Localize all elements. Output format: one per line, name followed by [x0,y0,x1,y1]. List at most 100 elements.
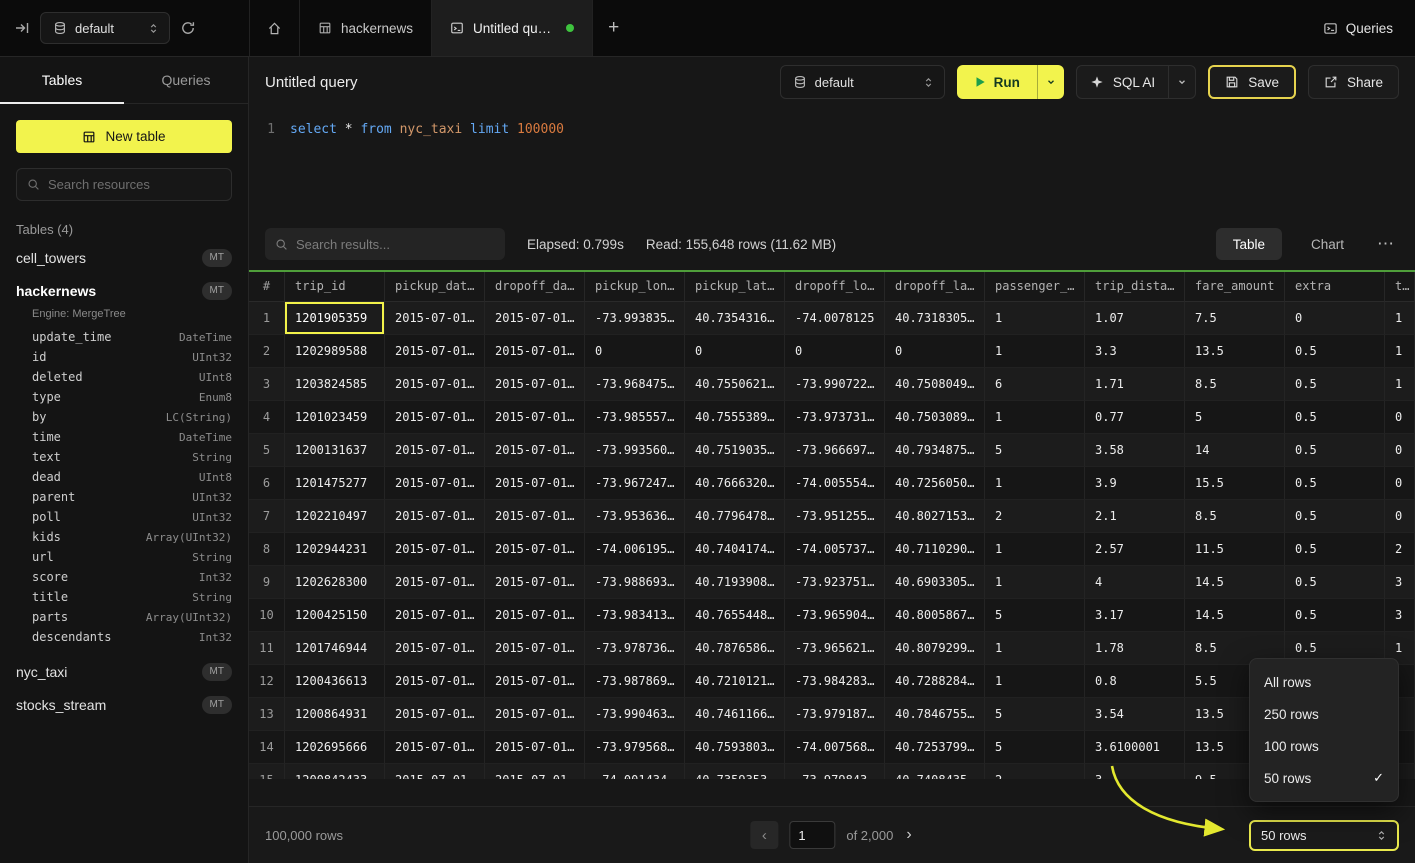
table-cell[interactable]: 0.8 [1085,665,1185,698]
page-input[interactable] [789,821,835,849]
table-cell[interactable]: 40.8079299… [885,632,985,665]
table-cell[interactable]: 40.7288284… [885,665,985,698]
table-cell[interactable]: 2015-07-01… [385,368,485,401]
table-cell[interactable]: 3.58 [1085,434,1185,467]
table-cell[interactable]: -73.988693… [585,566,685,599]
table-cell[interactable]: -73.979843… [785,764,885,779]
table-cell[interactable]: 1 [985,632,1085,665]
table-cell[interactable]: -73.990722… [785,368,885,401]
table-cell[interactable]: 40.7666320… [685,467,785,500]
table-cell[interactable]: 40.7503089… [885,401,985,434]
table-cell[interactable]: 2015-07-01… [385,698,485,731]
row-number[interactable]: 3 [249,368,285,401]
table-cell[interactable]: 40.7318305… [885,302,985,335]
table-cell[interactable]: 1.78 [1085,632,1185,665]
tab-untitled-query[interactable]: Untitled qu… [431,0,593,56]
table-cell[interactable]: 0 [1285,302,1385,335]
column-header[interactable]: dropoff_la… [885,272,985,302]
page-size-select[interactable]: 50 rows [1249,820,1399,851]
sidebar-tab-tables[interactable]: Tables [0,57,124,103]
table-cell[interactable]: 0 [1385,467,1415,500]
table-cell[interactable]: 1202989588 [285,335,385,368]
table-cell[interactable]: -73.984283… [785,665,885,698]
table-cell[interactable]: 2015-07-01… [385,665,485,698]
new-table-button[interactable]: New table [16,120,232,153]
table-cell[interactable]: 1 [1385,335,1415,368]
table-cell[interactable]: 8.5 [1185,368,1285,401]
table-cell[interactable]: 0 [1385,434,1415,467]
table-cell[interactable]: 3 [1385,566,1415,599]
row-number[interactable]: 12 [249,665,285,698]
row-number[interactable]: 7 [249,500,285,533]
table-cell[interactable]: -74.007568… [785,731,885,764]
table-cell[interactable]: -73.966697… [785,434,885,467]
table-cell[interactable]: 0.5 [1285,467,1385,500]
table-cell[interactable]: -73.978736… [585,632,685,665]
column-header[interactable]: fare_amount [1185,272,1285,302]
table-cell[interactable]: -73.923751… [785,566,885,599]
run-button[interactable]: Run [957,65,1037,99]
table-cell[interactable]: 2.1 [1085,500,1185,533]
row-number[interactable]: 5 [249,434,285,467]
table-cell[interactable]: 1 [985,335,1085,368]
table-cell[interactable]: 1200425150 [285,599,385,632]
sql-ai-options-button[interactable] [1168,66,1195,98]
table-cell[interactable]: 2015-07-01… [485,302,585,335]
table-cell[interactable]: -73.965621… [785,632,885,665]
table-cell[interactable]: -73.983413… [585,599,685,632]
column-header[interactable]: pickup_dat… [385,272,485,302]
table-cell[interactable]: 2015-07-01… [385,731,485,764]
table-cell[interactable]: 2 [985,764,1085,779]
table-cell[interactable]: 13.5 [1185,335,1285,368]
table-cell[interactable]: -73.968475… [585,368,685,401]
view-table-button[interactable]: Table [1216,228,1282,260]
table-cell[interactable]: 0 [785,335,885,368]
sql-ai-button[interactable]: SQL AI [1077,66,1168,98]
search-results-box[interactable] [265,228,505,260]
sidebar-item-hackernews[interactable]: hackernews MT [16,274,232,307]
table-cell[interactable]: 40.7256050… [885,467,985,500]
prev-page-button[interactable]: ‹ [750,821,778,849]
run-options-button[interactable] [1037,65,1064,99]
table-cell[interactable]: -74.001434… [585,764,685,779]
table-cell[interactable]: 1 [985,401,1085,434]
table-cell[interactable]: 40.8027153… [885,500,985,533]
column-header[interactable]: # [249,272,285,302]
table-cell[interactable]: 1 [1385,302,1415,335]
table-cell[interactable]: 1201475277 [285,467,385,500]
table-cell[interactable]: 3.17 [1085,599,1185,632]
table-cell[interactable]: 1200436613 [285,665,385,698]
table-cell[interactable]: 2015-07-01… [385,632,485,665]
table-cell[interactable]: 2015-07-01… [485,467,585,500]
new-tab-button[interactable]: + [593,0,634,56]
table-cell[interactable]: 3.6100001 [1085,731,1185,764]
table-cell[interactable]: 0.5 [1285,500,1385,533]
row-number[interactable]: 9 [249,566,285,599]
column-header[interactable]: trip_dista… [1085,272,1185,302]
table-cell[interactable]: 2015-07-01… [385,500,485,533]
table-cell[interactable]: 1203824585 [285,368,385,401]
table-cell[interactable]: 2015-07-01… [385,401,485,434]
table-cell[interactable]: 40.7655448… [685,599,785,632]
table-cell[interactable]: 0.5 [1285,599,1385,632]
table-cell[interactable]: 0 [1385,401,1415,434]
table-cell[interactable]: 2015-07-01… [385,599,485,632]
table-cell[interactable]: 40.7876586… [685,632,785,665]
table-cell[interactable]: 1 [985,467,1085,500]
table-cell[interactable]: 15.5 [1185,467,1285,500]
table-cell[interactable]: 40.7359353… [685,764,785,779]
table-cell[interactable]: 2 [1385,533,1415,566]
table-cell[interactable]: 0.5 [1285,401,1385,434]
save-button[interactable]: Save [1208,65,1296,99]
page-size-option[interactable]: 250 rows [1250,698,1398,730]
table-cell[interactable]: 2015-07-01… [485,731,585,764]
table-cell[interactable]: 40.7846755… [885,698,985,731]
table-cell[interactable]: 0 [1385,500,1415,533]
table-cell[interactable]: 0 [885,335,985,368]
table-cell[interactable]: 2015-07-01… [385,434,485,467]
search-resources-box[interactable] [16,168,232,201]
table-cell[interactable]: -73.987869… [585,665,685,698]
row-number[interactable]: 15 [249,764,285,779]
table-cell[interactable]: -73.973731… [785,401,885,434]
table-cell[interactable]: 6 [985,368,1085,401]
